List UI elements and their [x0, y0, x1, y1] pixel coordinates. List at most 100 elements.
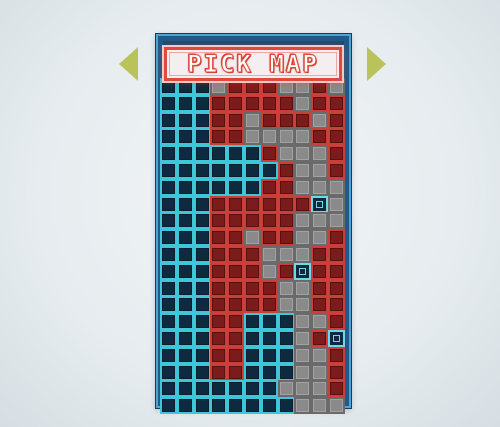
map-tile-cyan-block [193, 246, 211, 263]
map-tile-cyan-block [160, 212, 177, 230]
map-tile-gray-path [294, 296, 312, 314]
map-tile-gray-path [311, 145, 329, 163]
map-tile-cyan-block [193, 162, 211, 179]
map-tile-red-block [227, 111, 245, 129]
map-tile-red-block [294, 111, 312, 129]
map-tile-red-block [328, 229, 345, 247]
map-tile-cyan-marker-block [311, 195, 329, 213]
map-tile-red-block [210, 330, 228, 347]
map-tile-gray-path [294, 145, 312, 163]
map-tile-cyan-block [160, 195, 177, 213]
map-tile-red-block [277, 229, 295, 247]
map-tile-red-block [227, 195, 245, 213]
map-tile-gray-path [328, 212, 345, 230]
map-tile-cyan-block [160, 296, 177, 314]
map-tile-cyan-block [260, 346, 278, 364]
map-tile-red-block [328, 246, 345, 263]
map-tile-gray-path [311, 397, 329, 415]
map-tile-cyan-block [160, 229, 177, 247]
map-tile-red-block [311, 246, 329, 263]
map-tile-cyan-block [227, 162, 245, 179]
map-tile-cyan-block [193, 397, 211, 415]
prev-map-arrow-icon[interactable] [119, 47, 138, 81]
map-tile-cyan-block [210, 178, 228, 196]
map-tile-cyan-block [160, 262, 177, 280]
map-tile-cyan-block [160, 397, 177, 415]
map-tile-gray-path [294, 94, 312, 112]
map-tile-cyan-block [227, 380, 245, 398]
map-tile-cyan-block [244, 313, 261, 331]
map-tile-cyan-block [244, 397, 261, 415]
map-tile-red-block [210, 262, 228, 280]
map-tile-gray-path [277, 279, 295, 297]
map-tile-cyan-block [193, 279, 211, 297]
map-tile-red-block [311, 296, 329, 314]
map-tile-red-block [227, 313, 245, 331]
map-tile-cyan-block [260, 330, 278, 347]
map-tile-gray-path [260, 246, 278, 263]
map-tile-cyan-block [193, 346, 211, 364]
map-tile-gray-path [311, 313, 329, 331]
map-tile-gray-path [260, 262, 278, 280]
map-tile-cyan-block [244, 178, 261, 196]
map-tile-red-block [328, 380, 345, 398]
map-tile-gray-path [244, 229, 261, 247]
map-tile-red-block [227, 296, 245, 314]
next-map-arrow-icon[interactable] [367, 47, 386, 81]
map-tile-cyan-block [160, 346, 177, 364]
map-tile-cyan-block [176, 178, 194, 196]
map-tile-cyan-block [176, 279, 194, 297]
map-tile-cyan-block [160, 145, 177, 163]
map-tile-gray-path [311, 363, 329, 381]
map-tile-cyan-block [260, 363, 278, 381]
map-tile-gray-path [311, 380, 329, 398]
map-tile-cyan-marker-block [328, 330, 345, 347]
map-tile-cyan-block [193, 229, 211, 247]
map-tile-red-block [210, 212, 228, 230]
map-tile-red-block [260, 94, 278, 112]
map-tile-cyan-block [193, 363, 211, 381]
map-tile-red-block [210, 346, 228, 364]
map-tile-gray-path [328, 397, 345, 415]
map-tile-red-block [244, 296, 261, 314]
map-tile-cyan-block [244, 380, 261, 398]
map-tile-cyan-block [244, 162, 261, 179]
map-tile-cyan-block [244, 145, 261, 163]
map-tile-red-block [227, 246, 245, 263]
map-tile-red-block [260, 229, 278, 247]
map-tile-gray-path [294, 212, 312, 230]
map-tile-red-block [311, 94, 329, 112]
map-tile-cyan-block [277, 313, 295, 331]
map-tile-gray-path [294, 279, 312, 297]
map-tile-cyan-block [227, 178, 245, 196]
map-tile-cyan-block [193, 262, 211, 280]
map-tile-cyan-block [176, 346, 194, 364]
map-tile-cyan-block [160, 162, 177, 179]
map-tile-cyan-block [176, 363, 194, 381]
map-tile-cyan-block [244, 363, 261, 381]
map-tile-cyan-block [260, 313, 278, 331]
map-tile-red-block [227, 330, 245, 347]
map-tile-gray-path [244, 111, 261, 129]
map-tile-gray-path [277, 296, 295, 314]
map-tile-red-block [227, 363, 245, 381]
map-tile-cyan-block [176, 246, 194, 263]
map-tile-cyan-block [227, 397, 245, 415]
map-tile-gray-path [328, 195, 345, 213]
map-tile-red-block [210, 363, 228, 381]
map-tile-cyan-block [176, 212, 194, 230]
map-tile-red-block [260, 111, 278, 129]
map-tile-gray-path [311, 212, 329, 230]
map-tile-red-block [227, 94, 245, 112]
map-tile-cyan-block [176, 128, 194, 146]
map-tile-red-block [210, 229, 228, 247]
map-tile-red-block [244, 94, 261, 112]
map-tile-red-block [210, 128, 228, 146]
map-tile-gray-path [294, 178, 312, 196]
map-tile-cyan-block [277, 397, 295, 415]
map-tile-red-block [210, 111, 228, 129]
map-tile-cyan-block [193, 212, 211, 230]
map-tile-gray-path [311, 178, 329, 196]
map-tile-cyan-block [277, 363, 295, 381]
map-tile-red-block [210, 279, 228, 297]
